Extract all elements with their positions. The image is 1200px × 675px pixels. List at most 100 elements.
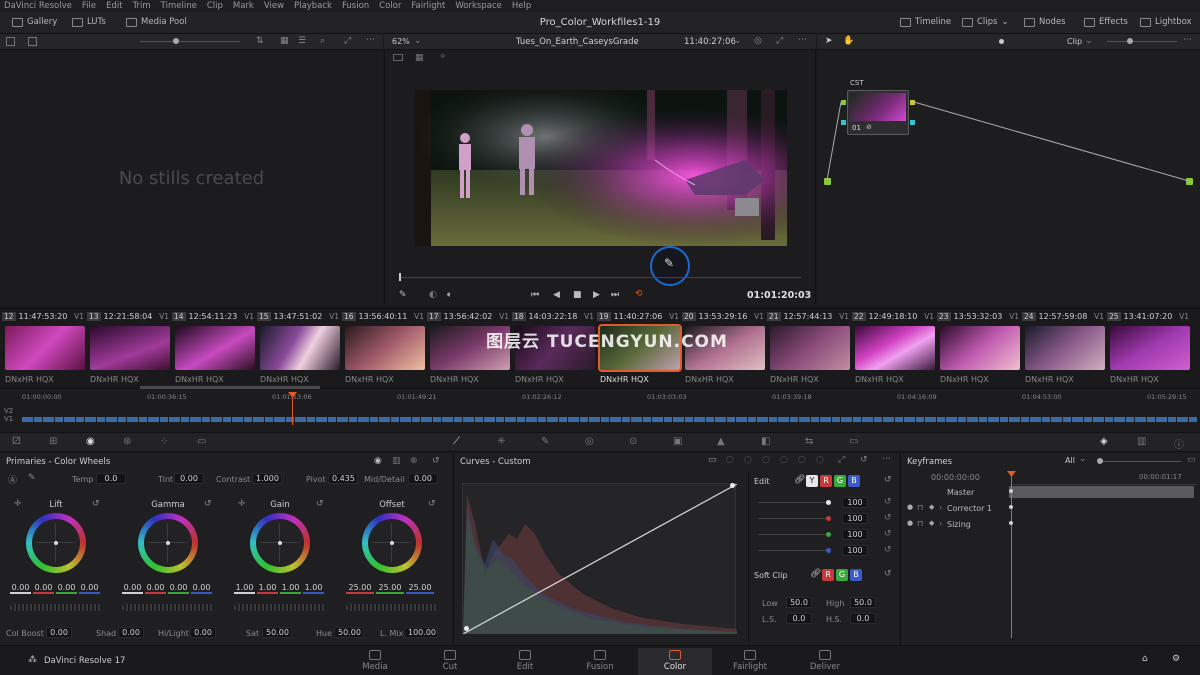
channel-b-button[interactable]: B (848, 475, 860, 487)
node-mode-select[interactable]: Clip (1067, 37, 1082, 46)
temp-field[interactable]: 0.0 (96, 473, 126, 484)
color-wheels-icon[interactable]: ◉ (86, 436, 95, 447)
tint-field[interactable]: 0.00 (174, 473, 204, 484)
wheel-value-field[interactable]: 1.00 (303, 583, 324, 594)
intensity-field[interactable]: 100 (842, 545, 868, 556)
go-to-start-icon[interactable]: ⏮ (531, 290, 539, 300)
menu-item[interactable]: Clip (207, 1, 223, 11)
reset-icon[interactable]: ↺ (884, 545, 892, 555)
sort-icon[interactable]: ⇅ (256, 36, 264, 46)
info-icon[interactable]: ⓘ (1174, 436, 1184, 451)
clip-thumbnail[interactable]: 13 12:21:58:04 V1 DNxHR HQX (87, 309, 171, 387)
scrubber-bar[interactable] (399, 277, 801, 278)
expand-icon[interactable]: ▭ (1187, 455, 1196, 465)
tool-icon[interactable]: ◐ (429, 290, 437, 300)
sidebar-toggle-icon[interactable] (6, 37, 15, 46)
shad-field[interactable]: 0.00 (118, 627, 144, 638)
intensity-handle[interactable] (826, 548, 831, 553)
reset-icon[interactable]: ↺ (316, 499, 324, 509)
lock-icon[interactable]: ⊓ (917, 503, 923, 512)
menu-item[interactable]: File (82, 1, 96, 11)
clip-thumbnail[interactable]: 12 11:47:53:20 V1 DNxHR HQX (2, 309, 86, 387)
bypass-icon[interactable]: ◎ (754, 36, 762, 46)
fullscreen-icon[interactable]: ⤢ (344, 36, 351, 46)
page-color[interactable]: Color (638, 648, 712, 675)
intensity-handle[interactable] (826, 500, 831, 505)
curve-lum-sat-icon[interactable]: ◌ (780, 455, 788, 465)
zoom-level[interactable]: 62% (392, 37, 410, 46)
menu-item[interactable]: View (264, 1, 284, 11)
split-screen-icon[interactable]: ▦ (415, 53, 424, 63)
search-icon[interactable]: ⌕ (320, 36, 325, 46)
lmix-field[interactable]: 100.00 (404, 627, 438, 638)
wheels-mode-icon[interactable]: ◉ (374, 456, 382, 466)
video-frame[interactable] (415, 90, 787, 246)
keyframe-diamond-icon[interactable]: ◆ (929, 519, 934, 527)
curve-hue-sat-icon[interactable]: ◌ (744, 455, 752, 465)
keyframe-marker[interactable] (1009, 521, 1013, 525)
go-to-end-icon[interactable]: ⏭ (611, 290, 619, 300)
log-mode-icon[interactable]: ⊕ (410, 456, 418, 466)
sizing-icon[interactable]: ⇆ (805, 436, 813, 447)
wheel-value-field[interactable]: 0.00 (79, 583, 100, 594)
clip-thumbnail[interactable]: 15 13:47:51:02 V1 DNxHR HQX (257, 309, 341, 387)
keyframe-playhead-marker[interactable] (1007, 471, 1016, 477)
qualifier-icon[interactable]: ✎ (541, 436, 549, 447)
loop-icon[interactable]: ⟲ (635, 289, 643, 299)
master-wheel-slider[interactable] (122, 604, 214, 611)
menu-item[interactable]: Mark (233, 1, 254, 11)
intensity-slider[interactable] (758, 550, 828, 551)
slider-handle[interactable] (1097, 458, 1103, 464)
viewer-mode-icon[interactable] (393, 54, 403, 61)
master-keyframe-track[interactable] (1009, 486, 1194, 498)
menu-item[interactable]: Color (379, 1, 401, 11)
hand-icon[interactable]: ✋ (843, 36, 854, 46)
color-warper-icon[interactable]: ✳ (497, 436, 505, 447)
menu-item[interactable]: Edit (106, 1, 122, 11)
wheel-value-field[interactable]: 1.00 (257, 583, 278, 594)
color-picker-icon[interactable]: ✎ (399, 290, 407, 300)
menu-item[interactable]: Fairlight (411, 1, 445, 11)
tracker-icon[interactable]: ⊙ (629, 436, 637, 447)
wheel-value-field[interactable]: 1.00 (280, 583, 301, 594)
clip-thumbnail[interactable]: 16 13:56:40:11 V1 DNxHR HQX (342, 309, 426, 387)
reset-icon[interactable]: ↺ (92, 499, 100, 509)
reset-icon[interactable]: ↺ (884, 529, 892, 539)
list-view-icon[interactable]: ☰ (298, 36, 306, 46)
effects-button[interactable]: Effects (1084, 17, 1128, 27)
curve-hue-hue-icon[interactable]: ◌ (726, 455, 734, 465)
motion-effects-icon[interactable]: ⁘ (160, 436, 168, 447)
lock-icon[interactable]: ⊓ (917, 519, 923, 528)
color-wheel[interactable] (26, 513, 86, 573)
softclip-g-button[interactable]: G (836, 569, 848, 581)
keyframe-filter-select[interactable]: All (1065, 456, 1075, 465)
lightbox-button[interactable]: Lightbox (1140, 17, 1192, 27)
clip-thumbnail[interactable]: 21 12:57:44:13 V1 DNxHR HQX (767, 309, 851, 387)
key-icon[interactable]: ◧ (761, 436, 770, 447)
v1-track-clips[interactable] (22, 417, 1197, 422)
channel-y-button[interactable]: Y (806, 475, 818, 487)
wheel-puck[interactable] (54, 541, 58, 545)
magic-mask-icon[interactable]: ▣ (673, 436, 682, 447)
intensity-field[interactable]: 100 (842, 529, 868, 540)
sat-field[interactable]: 50.00 (262, 627, 292, 638)
stop-icon[interactable]: ■ (573, 290, 582, 300)
softclip-r-button[interactable]: R (822, 569, 834, 581)
color-wheel[interactable] (250, 513, 310, 573)
keyframes-icon[interactable]: ◈ (1100, 436, 1108, 447)
highlight-icon[interactable]: ✧ (439, 52, 447, 62)
intensity-field[interactable]: 100 (842, 497, 868, 508)
menu-item[interactable]: Playback (294, 1, 332, 11)
fullscreen-icon[interactable]: ⤢ (776, 36, 783, 46)
reset-icon[interactable]: ↺ (428, 499, 436, 509)
page-cut[interactable]: Cut (413, 648, 487, 672)
page-deliver[interactable]: Deliver (788, 648, 862, 672)
menu-item[interactable]: DaVinci Resolve (4, 1, 72, 11)
keyframe-marker[interactable] (1009, 505, 1013, 509)
intensity-slider[interactable] (758, 534, 828, 535)
thumbnail-scrollbar[interactable] (140, 386, 320, 389)
hue-field[interactable]: 50.00 (334, 627, 364, 638)
reset-icon[interactable]: ↺ (884, 497, 892, 507)
play-reverse-icon[interactable]: ◀ (553, 290, 560, 300)
contrast-field[interactable]: 1.000 (252, 473, 282, 484)
